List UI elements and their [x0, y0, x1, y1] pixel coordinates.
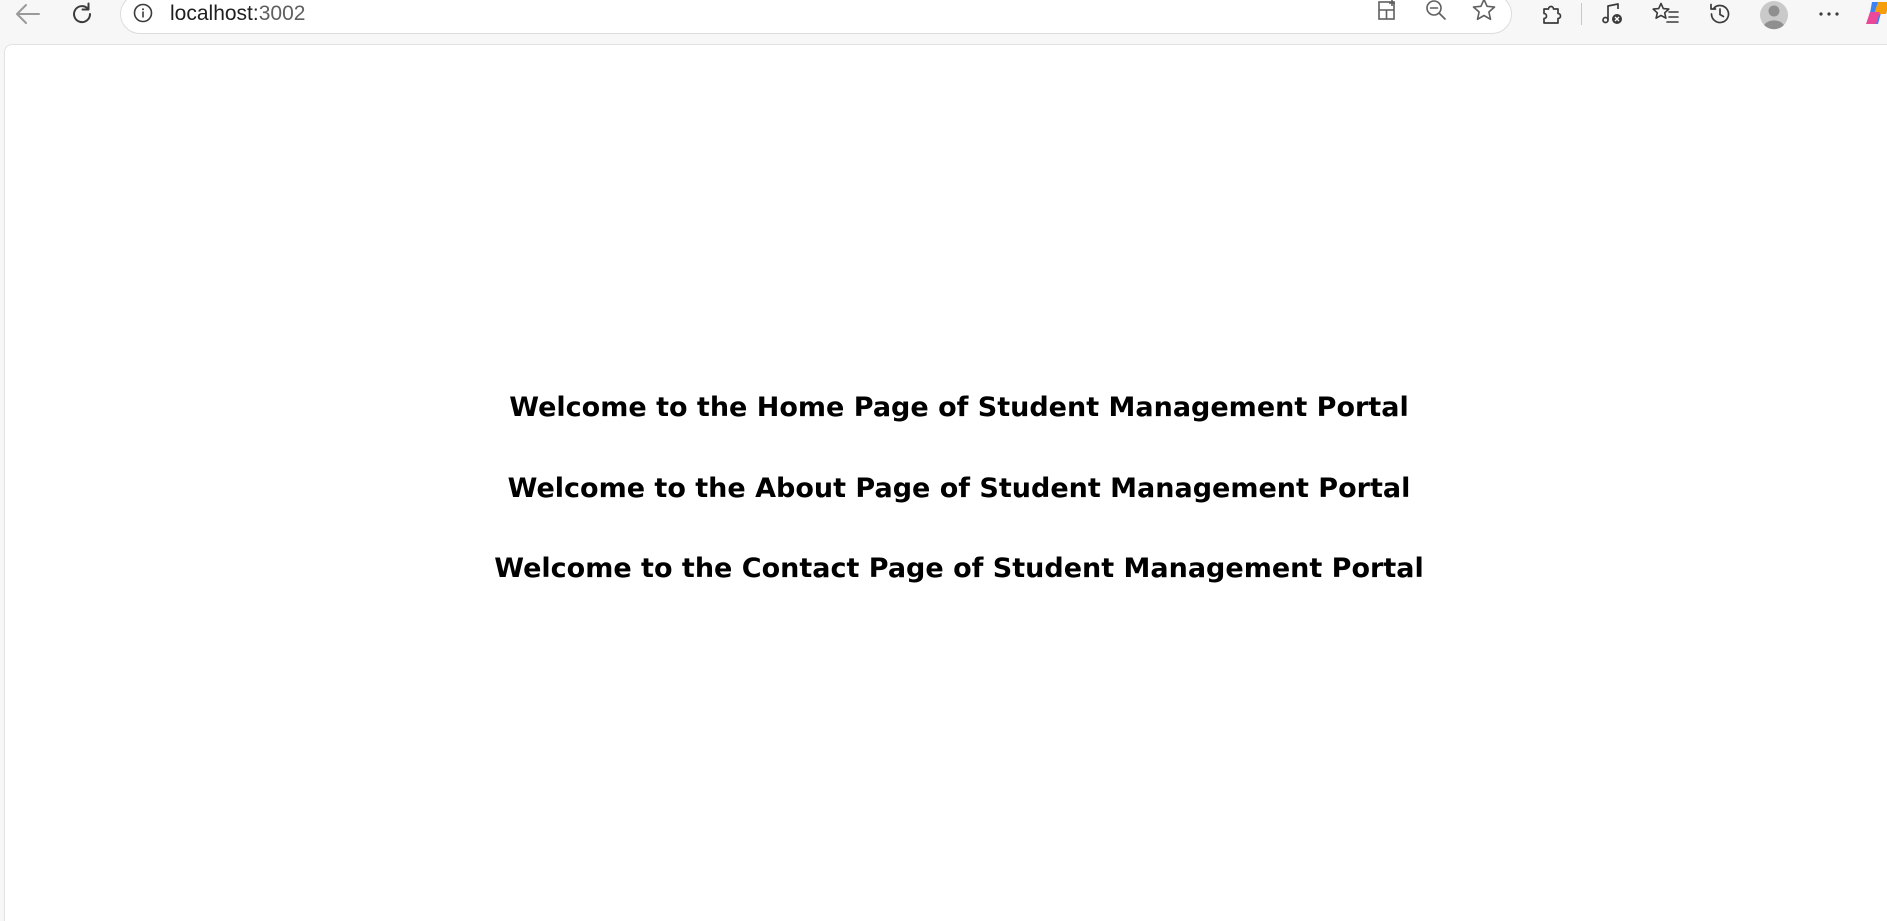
toolbar-divider	[1581, 3, 1582, 25]
home-heading: Welcome to the Home Page of Student Mana…	[509, 392, 1409, 423]
app-available-button[interactable]	[1373, 0, 1403, 23]
reload-icon	[73, 2, 92, 24]
avatar-icon	[1760, 1, 1788, 30]
back-button[interactable]	[10, 0, 46, 28]
url-host: localhost:	[170, 2, 259, 25]
url-text[interactable]: localhost:3002	[170, 1, 305, 27]
contact-heading: Welcome to the Contact Page of Student M…	[494, 553, 1424, 584]
history-button[interactable]	[1702, 0, 1738, 28]
app-available-icon	[1378, 0, 1395, 20]
favorite-button[interactable]	[1469, 0, 1499, 23]
page-content: Welcome to the Home Page of Student Mana…	[4, 44, 1887, 921]
copilot-icon	[1866, 2, 1887, 24]
zoom-out-button[interactable]	[1421, 0, 1451, 23]
about-heading: Welcome to the About Page of Student Man…	[507, 473, 1411, 504]
history-icon	[1710, 3, 1730, 24]
url-port: 3002	[258, 2, 306, 25]
copilot-button[interactable]	[1866, 0, 1887, 26]
address-bar[interactable]: localhost:3002	[120, 0, 1512, 34]
zoom-out-icon	[1426, 0, 1446, 20]
star-icon	[1472, 0, 1496, 21]
more-button[interactable]	[1811, 0, 1847, 28]
media-control-button[interactable]	[1594, 0, 1630, 28]
back-arrow-icon	[16, 4, 40, 24]
media-control-icon	[1602, 3, 1622, 24]
favorites-list-icon	[1652, 2, 1679, 23]
browser-toolbar: localhost:3002	[0, 0, 1887, 42]
favorites-button[interactable]	[1648, 0, 1684, 28]
info-icon[interactable]	[133, 3, 153, 23]
puzzle-icon	[1543, 5, 1562, 24]
profile-button[interactable]	[1759, 0, 1789, 30]
reload-button[interactable]	[64, 0, 100, 28]
extensions-button[interactable]	[1534, 0, 1570, 28]
more-icon	[1819, 12, 1839, 16]
